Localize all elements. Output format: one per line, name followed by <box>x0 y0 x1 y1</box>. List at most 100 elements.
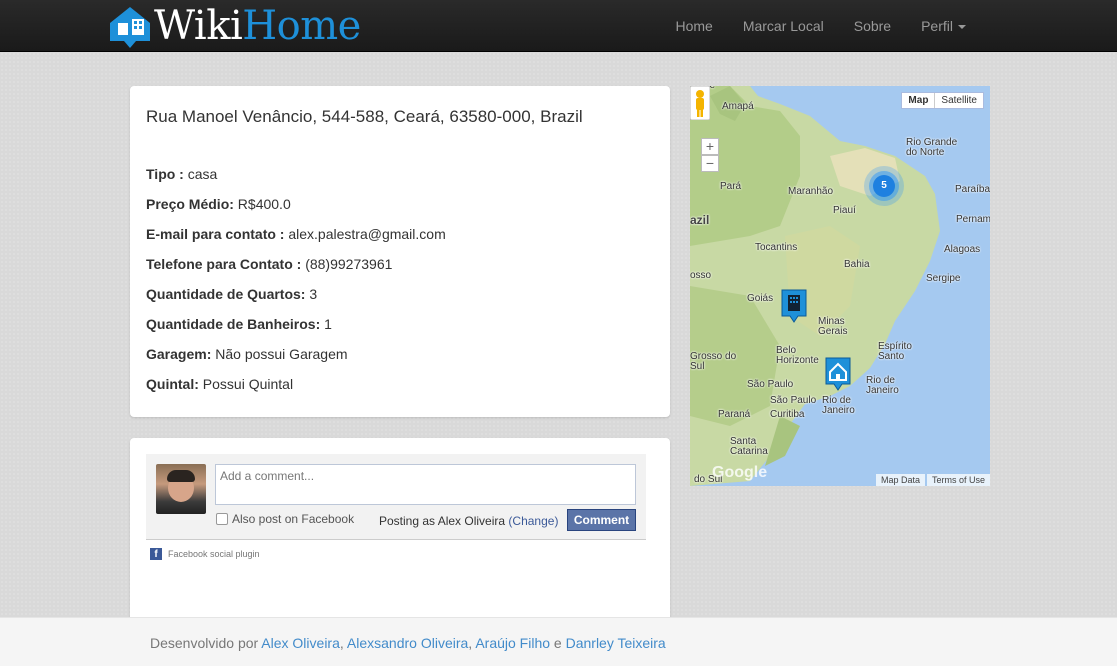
comments-card: Add a comment... Also post on Facebook P… <box>130 438 670 628</box>
caret-down-icon <box>958 25 966 30</box>
map-label: São Paulo <box>747 379 794 390</box>
cluster-count: 5 <box>873 175 895 197</box>
footer-separator: , <box>339 635 347 651</box>
field-banheiros: Quantidade de Banheiros: 1 <box>146 314 654 334</box>
map-label: osso <box>690 270 712 281</box>
map-type-map[interactable]: Map <box>902 93 936 108</box>
author-link[interactable]: Alexsandro Oliveira <box>347 635 468 651</box>
footer-separator: e <box>550 635 566 651</box>
map-label: Minas Gerais <box>818 316 848 337</box>
map-footer: Map Data Terms of Use <box>874 474 990 486</box>
field-value: casa <box>183 166 218 182</box>
field-value: Possui Quintal <box>198 376 294 392</box>
field-garagem: Garagem: Não possui Garagem <box>146 344 654 364</box>
map-label: Rio de Janeiro <box>866 375 899 396</box>
author-link[interactable]: Alex Oliveira <box>261 635 340 651</box>
field-value: 1 <box>320 316 332 332</box>
map-type-control: Map Satellite <box>901 92 984 109</box>
house-logo-icon <box>110 7 150 48</box>
google-logo: Google <box>712 464 768 481</box>
brand[interactable]: WikiHome <box>106 2 361 50</box>
field-quintal: Quintal: Possui Quintal <box>146 374 654 394</box>
field-label: Quantidade de Quartos: <box>146 286 306 302</box>
author-link[interactable]: Danrley Teixeira <box>566 635 666 651</box>
field-value: alex.palestra@gmail.com <box>284 226 446 242</box>
nav-sobre[interactable]: Sobre <box>839 0 906 52</box>
field-preco: Preço Médio: R$400.0 <box>146 194 654 214</box>
field-value: (88)99273961 <box>301 256 393 272</box>
map-label: Amapá <box>722 101 754 112</box>
pegman-icon[interactable] <box>690 86 710 120</box>
nav-perfil-dropdown[interactable]: Perfil <box>906 0 981 52</box>
field-value: 3 <box>305 286 318 302</box>
zoom-in-button[interactable]: + <box>701 138 719 155</box>
map-label: Alagoas <box>944 244 981 255</box>
map-data-link[interactable]: Map Data <box>875 474 925 486</box>
map-label: Curitiba <box>770 409 805 420</box>
field-label: Telefone para Contato : <box>146 256 302 272</box>
field-label: E-mail para contato : <box>146 226 285 242</box>
comment-input[interactable]: Add a comment... <box>215 464 636 505</box>
comment-button[interactable]: Comment <box>567 509 636 531</box>
brand-name-part2: Home <box>242 3 361 49</box>
avatar <box>156 464 206 514</box>
map-label: São Paulo <box>770 395 817 406</box>
nav-marcar-local[interactable]: Marcar Local <box>728 0 839 52</box>
listing-address: Rua Manoel Venâncio, 544-588, Ceará, 635… <box>146 107 583 126</box>
field-label: Quintal: <box>146 376 199 392</box>
map[interactable]: name Amapá Rio Grande do Norte Pará Mara… <box>690 86 990 486</box>
field-label: Quantidade de Banheiros: <box>146 316 321 332</box>
field-value: R$400.0 <box>233 196 291 212</box>
map-label: Piauí <box>833 205 856 216</box>
map-label: Grosso do Sul <box>690 351 737 372</box>
change-account-link[interactable]: (Change) <box>508 514 558 528</box>
building-marker-icon[interactable] <box>780 288 808 324</box>
also-post-label: Also post on Facebook <box>232 512 355 526</box>
map-label: Santa Catarina <box>730 436 768 457</box>
map-label: Tocantins <box>755 242 798 253</box>
map-label: Paraíba <box>955 184 990 195</box>
map-label: Pernam <box>956 214 990 225</box>
zoom-out-button[interactable]: − <box>701 155 719 172</box>
facebook-comment-box: Add a comment... Also post on Facebook P… <box>146 454 646 540</box>
posting-as-label: Posting as Alex Oliveira <box>379 514 506 528</box>
map-label: Espírito Santo <box>878 341 912 362</box>
field-tipo: Tipo : casa <box>146 164 654 184</box>
map-label: Rio de Janeiro <box>822 395 855 416</box>
map-label: azil <box>690 213 710 227</box>
posting-as-text: Posting as Alex Oliveira (Change) <box>379 514 558 528</box>
also-post-option[interactable]: Also post on Facebook <box>216 512 354 526</box>
brand-name-part1: Wiki <box>154 3 243 49</box>
field-telefone: Telefone para Contato : (88)99273961 <box>146 254 654 274</box>
nav-home[interactable]: Home <box>660 0 727 52</box>
brand-name: WikiHome <box>154 3 361 49</box>
page-footer: Desenvolvido por Alex Oliveira, Alexsand… <box>0 617 1117 666</box>
map-type-satellite[interactable]: Satellite <box>935 93 983 108</box>
facebook-plugin-label[interactable]: Facebook social plugin <box>168 549 260 559</box>
field-email: E-mail para contato : alex.palestra@gmai… <box>146 224 654 244</box>
field-label: Garagem: <box>146 346 212 362</box>
map-label: Maranhão <box>788 186 834 197</box>
author-link[interactable]: Araújo Filho <box>475 635 550 651</box>
terms-of-use-link[interactable]: Terms of Use <box>926 474 990 486</box>
field-label: Tipo : <box>146 166 184 182</box>
main-nav: Home Marcar Local Sobre Perfil <box>660 0 981 52</box>
map-label: Pará <box>720 181 742 192</box>
map-label: Sergipe <box>926 273 961 284</box>
field-value: Não possui Garagem <box>211 346 348 362</box>
map-label: Bahia <box>844 259 870 270</box>
nav-perfil-label: Perfil <box>921 18 953 34</box>
facebook-plugin-footer: f Facebook social plugin <box>150 548 260 560</box>
also-post-checkbox[interactable] <box>216 513 228 525</box>
listing-details-card: Rua Manoel Venâncio, 544-588, Ceará, 635… <box>130 86 670 417</box>
facebook-icon: f <box>150 548 162 560</box>
zoom-control: + − <box>701 138 719 172</box>
avatar-hair <box>167 470 195 482</box>
footer-prefix: Desenvolvido por <box>150 635 262 651</box>
field-quartos: Quantidade de Quartos: 3 <box>146 284 654 304</box>
marker-cluster[interactable]: 5 <box>864 166 904 206</box>
house-marker-icon[interactable] <box>824 356 852 392</box>
map-label: Goiás <box>747 293 774 304</box>
navbar: WikiHome Home Marcar Local Sobre Perfil <box>0 0 1117 52</box>
map-label: Belo Horizonte <box>776 345 819 366</box>
